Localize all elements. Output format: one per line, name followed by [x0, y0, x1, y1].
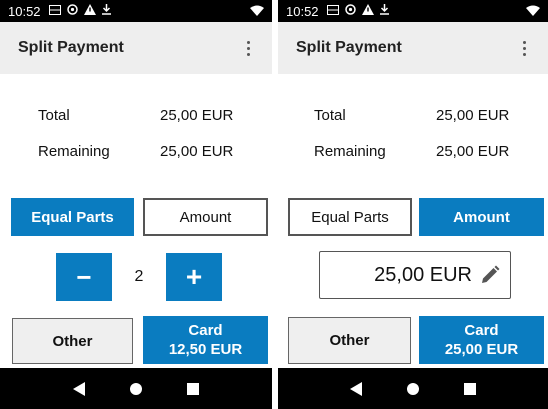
card-label: Card	[188, 322, 223, 339]
home-icon[interactable]	[406, 382, 419, 395]
amount-input[interactable]: 25,00 EUR	[319, 251, 511, 299]
home-icon[interactable]	[129, 382, 142, 395]
recents-icon[interactable]	[187, 382, 200, 395]
app-bar: Split Payment	[278, 22, 548, 74]
status-bar: 10:52	[0, 0, 272, 22]
card-payment-button[interactable]: Card 25,00 EUR	[419, 316, 544, 364]
card-amount: 25,00 EUR	[444, 341, 519, 358]
back-icon[interactable]	[350, 381, 363, 396]
equal-parts-button[interactable]: Equal Parts	[11, 198, 134, 236]
plus-icon: +	[185, 261, 203, 292]
download-icon	[379, 4, 389, 18]
decrement-button[interactable]: −	[56, 253, 112, 301]
total-label: Total	[314, 107, 346, 124]
status-time: 10:52	[8, 3, 41, 19]
remaining-value: 25,00 EUR	[160, 143, 234, 160]
remaining-row: Remaining 25,00 EUR	[0, 143, 272, 165]
card-label: Card	[464, 322, 499, 339]
warning-icon	[83, 4, 96, 18]
download-icon	[101, 4, 111, 18]
status-time: 10:52	[286, 3, 319, 19]
remaining-label: Remaining	[314, 143, 386, 160]
increment-button[interactable]: +	[166, 253, 222, 301]
page-title: Split Payment	[18, 39, 124, 56]
amount-value: 25,00 EUR	[374, 263, 472, 286]
equal-parts-button[interactable]: Equal Parts	[288, 198, 412, 236]
remaining-value: 25,00 EUR	[436, 143, 510, 160]
remaining-row: Remaining 25,00 EUR	[278, 143, 548, 165]
overflow-menu-icon[interactable]	[238, 38, 258, 58]
total-value: 25,00 EUR	[436, 107, 510, 124]
wifi-icon	[526, 4, 540, 19]
other-payment-button[interactable]: Other	[288, 317, 411, 364]
back-icon[interactable]	[72, 381, 85, 396]
do-not-disturb-icon	[344, 4, 356, 18]
amount-button[interactable]: Amount	[143, 198, 268, 236]
battery-saver-icon	[326, 4, 339, 18]
do-not-disturb-icon	[66, 4, 78, 18]
page-title: Split Payment	[296, 39, 402, 56]
card-payment-button[interactable]: Card 12,50 EUR	[143, 316, 268, 364]
remaining-label: Remaining	[38, 143, 110, 160]
minus-icon: −	[76, 261, 92, 292]
other-payment-button[interactable]: Other	[12, 318, 133, 364]
app-bar: Split Payment	[0, 22, 272, 74]
screen-amount: 10:52 Split Payment Total 25,00 EUR Rema…	[278, 0, 548, 409]
total-row: Total 25,00 EUR	[278, 107, 548, 129]
screen-equal-parts: 10:52 Split Payment Total 25,00 EUR Rema…	[0, 0, 272, 409]
card-amount: 12,50 EUR	[168, 341, 243, 358]
overflow-menu-icon[interactable]	[514, 38, 534, 58]
total-row: Total 25,00 EUR	[0, 107, 272, 129]
wifi-icon	[250, 4, 264, 19]
navigation-bar	[0, 368, 272, 409]
battery-saver-icon	[48, 4, 61, 18]
total-label: Total	[38, 107, 70, 124]
navigation-bar	[278, 368, 548, 409]
split-count-value: 2	[112, 253, 166, 301]
total-value: 25,00 EUR	[160, 107, 234, 124]
warning-icon	[361, 4, 374, 18]
status-bar: 10:52	[278, 0, 548, 22]
amount-button[interactable]: Amount	[419, 198, 544, 236]
recents-icon[interactable]	[463, 382, 476, 395]
pencil-icon[interactable]	[480, 265, 500, 285]
